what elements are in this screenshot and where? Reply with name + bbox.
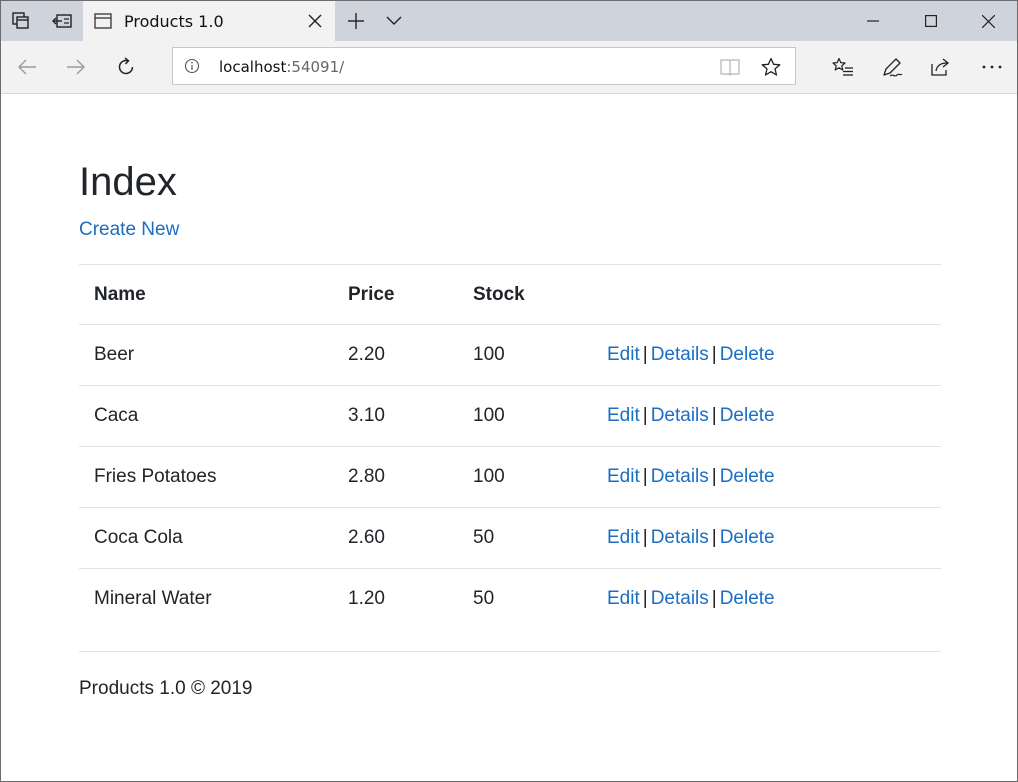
info-icon[interactable] (183, 57, 201, 75)
tab-products[interactable]: Products 1.0 (83, 1, 335, 41)
header-price: Price (333, 264, 458, 325)
cell-name: Fries Potatoes (79, 446, 333, 508)
maximize-icon[interactable] (902, 1, 960, 41)
delete-link[interactable]: Delete (720, 588, 775, 609)
header-stock: Stock (458, 264, 592, 325)
delete-link[interactable]: Delete (720, 527, 775, 548)
delete-link[interactable]: Delete (720, 405, 775, 426)
close-tab-icon[interactable] (305, 11, 325, 31)
table-row: Fries Potatoes 2.80 100 Edit | Details | Del… (79, 446, 941, 508)
footer-text: Products 1.0 © 2019 (79, 678, 253, 699)
table-row: Mineral Water 1.20 50 Edit | Details | Delet… (79, 569, 941, 630)
minimize-icon[interactable] (844, 1, 902, 41)
table-row: Caca 3.10 100 Edit | Details | Delete (79, 385, 941, 447)
edit-link[interactable]: Edit (607, 466, 640, 487)
separator: | (642, 344, 648, 365)
cell-stock: 50 (458, 507, 592, 569)
cell-price: 2.80 (333, 446, 458, 508)
close-window-icon[interactable] (959, 1, 1017, 41)
edit-link[interactable]: Edit (607, 527, 640, 548)
create-new-link[interactable]: Create New (79, 218, 179, 242)
separator: | (711, 344, 717, 365)
cell-price: 3.10 (333, 385, 458, 447)
page-content: Index Create New Name Price Stock Beer 2… (1, 94, 1017, 781)
cell-price: 2.60 (333, 507, 458, 569)
cell-price: 2.20 (333, 324, 458, 386)
cell-name: Coca Cola (79, 507, 333, 569)
url-host: localhost (219, 58, 287, 76)
separator: | (711, 588, 717, 610)
navigation-bar: localhost:54091/ (1, 41, 1017, 94)
products-table: Name Price Stock Beer 2.20 100 Edit | Deta… (79, 264, 941, 630)
edit-link[interactable]: Edit (607, 588, 640, 609)
reading-view-icon[interactable] (719, 56, 741, 78)
cell-name: Mineral Water (94, 588, 212, 610)
cell-price: 1.20 (348, 588, 385, 610)
pen-notes-icon[interactable] (872, 47, 912, 87)
cell-stock: 100 (458, 385, 592, 447)
chevron-down-icon[interactable] (377, 1, 411, 41)
set-tabs-aside-icon[interactable] (42, 1, 82, 41)
refresh-icon[interactable] (106, 47, 146, 87)
separator: | (711, 466, 717, 487)
separator: | (711, 527, 717, 548)
edit-link[interactable]: Edit (607, 405, 640, 426)
share-icon[interactable] (921, 47, 961, 87)
browser-window: Products 1.0 localhost:54091/ Index Crea… (0, 0, 1018, 782)
cell-name: Beer (79, 324, 333, 386)
details-link[interactable]: Details (651, 588, 709, 609)
page-icon (93, 11, 113, 31)
url-port: :54091/ (286, 58, 345, 76)
cell-actions: Edit | Details | Delete (592, 324, 941, 386)
delete-link[interactable]: Delete (720, 344, 775, 365)
forward-arrow-icon[interactable] (56, 47, 96, 87)
url-text: localhost:54091/ (219, 58, 344, 76)
tab-strip: Products 1.0 (1, 1, 1017, 41)
separator: | (642, 405, 648, 426)
details-link[interactable]: Details (651, 466, 709, 487)
new-tab-icon[interactable] (339, 1, 373, 41)
cell-actions: Edit | Details | Delete (592, 385, 941, 447)
table-row: Beer 2.20 100 Edit | Details | Delete (79, 324, 941, 386)
more-options-icon[interactable] (972, 47, 1012, 87)
back-arrow-icon[interactable] (7, 47, 47, 87)
page-title: Index (79, 160, 177, 204)
details-link[interactable]: Details (651, 405, 709, 426)
cell-stock: 100 (458, 324, 592, 386)
separator: | (711, 405, 717, 426)
header-name: Name (79, 264, 333, 325)
cell-actions: Edit | Details | Delete (592, 507, 941, 569)
favorites-list-icon[interactable] (823, 47, 863, 87)
cell-actions: Edit | Details | Delete (592, 446, 941, 508)
cell-name: Caca (79, 385, 333, 447)
table-header-row: Name Price Stock (79, 264, 941, 325)
tab-title: Products 1.0 (124, 11, 224, 31)
separator: | (642, 466, 648, 487)
cell-stock: 100 (458, 446, 592, 508)
cell-stock: 50 (473, 588, 495, 610)
separator: | (642, 588, 648, 610)
cell-actions: Edit | Details | Delete (592, 569, 941, 630)
edit-link[interactable]: Edit (607, 344, 640, 365)
details-link[interactable]: Details (651, 527, 709, 548)
address-bar[interactable]: localhost:54091/ (172, 47, 796, 85)
tab-manager-icon[interactable] (1, 1, 41, 41)
footer-divider (79, 651, 941, 652)
table-row: Coca Cola 2.60 50 Edit | Details | Delete (79, 507, 941, 569)
header-actions (592, 264, 941, 325)
separator: | (642, 527, 648, 548)
favorite-star-icon[interactable] (759, 55, 783, 79)
delete-link[interactable]: Delete (720, 466, 775, 487)
details-link[interactable]: Details (651, 344, 709, 365)
